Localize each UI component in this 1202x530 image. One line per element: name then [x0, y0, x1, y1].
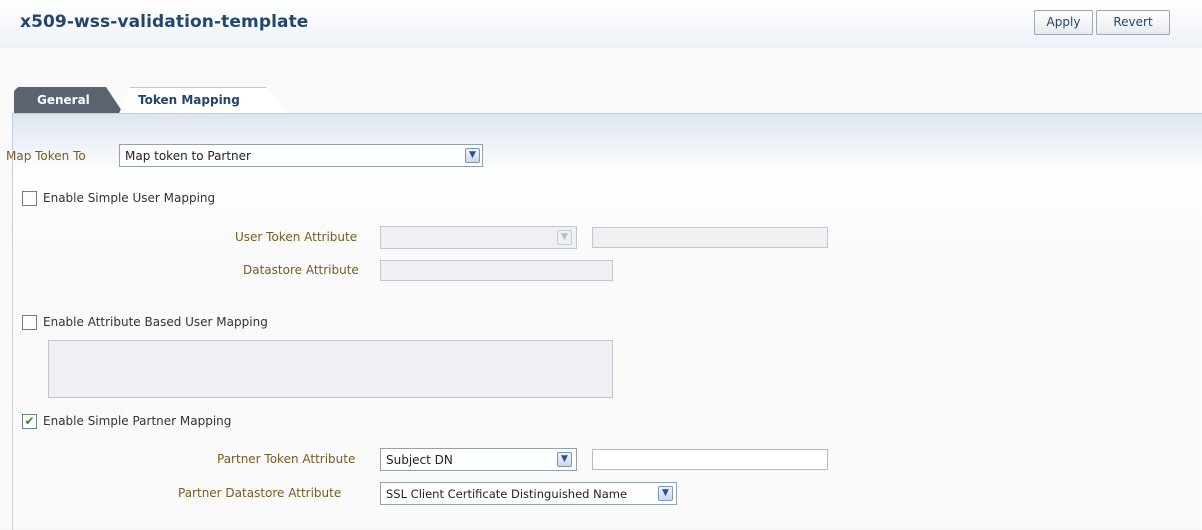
attribute-based-user-mapping-label: Enable Attribute Based User Mapping — [43, 315, 268, 329]
partner-token-attribute-value: Subject DN — [386, 453, 453, 467]
simple-partner-mapping-label: Enable Simple Partner Mapping — [43, 414, 232, 428]
map-token-to-label: Map Token To — [6, 149, 86, 163]
partner-datastore-attribute-select[interactable]: SSL Client Certificate Distinguished Nam… — [380, 482, 677, 505]
chevron-down-icon: ▼ — [658, 486, 673, 501]
user-token-attribute-label: User Token Attribute — [235, 230, 358, 244]
user-token-attribute-select[interactable]: ▼ — [380, 226, 577, 249]
datastore-attribute-label: Datastore Attribute — [243, 263, 359, 277]
apply-button[interactable]: Apply — [1034, 10, 1093, 35]
map-token-to-select[interactable]: Map token to Partner ▼ — [119, 144, 483, 167]
page-title: x509-wss-validation-template — [20, 12, 309, 32]
chevron-down-icon: ▼ — [557, 230, 572, 245]
tab-token-mapping[interactable]: Token Mapping — [138, 87, 278, 114]
attribute-based-user-mapping-checkbox[interactable] — [22, 315, 37, 330]
chevron-down-icon: ▼ — [465, 148, 480, 163]
simple-user-mapping-checkbox[interactable] — [22, 191, 37, 206]
partner-token-attribute-select[interactable]: Subject DN ▼ — [380, 448, 577, 471]
chevron-down-icon: ▼ — [557, 452, 572, 467]
datastore-attribute-input[interactable] — [380, 260, 613, 281]
checkmark-icon: ✔ — [24, 414, 35, 428]
partner-token-attribute-label: Partner Token Attribute — [217, 452, 356, 466]
simple-partner-mapping-checkbox[interactable]: ✔ — [22, 414, 37, 429]
tab-general[interactable]: General — [14, 87, 124, 114]
revert-button[interactable]: Revert — [1096, 10, 1170, 35]
partner-token-attribute-text-input[interactable] — [592, 449, 828, 470]
map-token-to-value: Map token to Partner — [125, 149, 251, 163]
tab-general-label: General — [37, 93, 90, 107]
partner-datastore-attribute-label: Partner Datastore Attribute — [178, 486, 342, 500]
simple-user-mapping-label: Enable Simple User Mapping — [43, 191, 216, 205]
tab-token-mapping-label: Token Mapping — [138, 93, 240, 107]
user-token-attribute-text-input[interactable] — [592, 227, 828, 248]
partner-datastore-attribute-value: SSL Client Certificate Distinguished Nam… — [386, 487, 628, 501]
attribute-mapping-textarea[interactable] — [48, 340, 613, 398]
